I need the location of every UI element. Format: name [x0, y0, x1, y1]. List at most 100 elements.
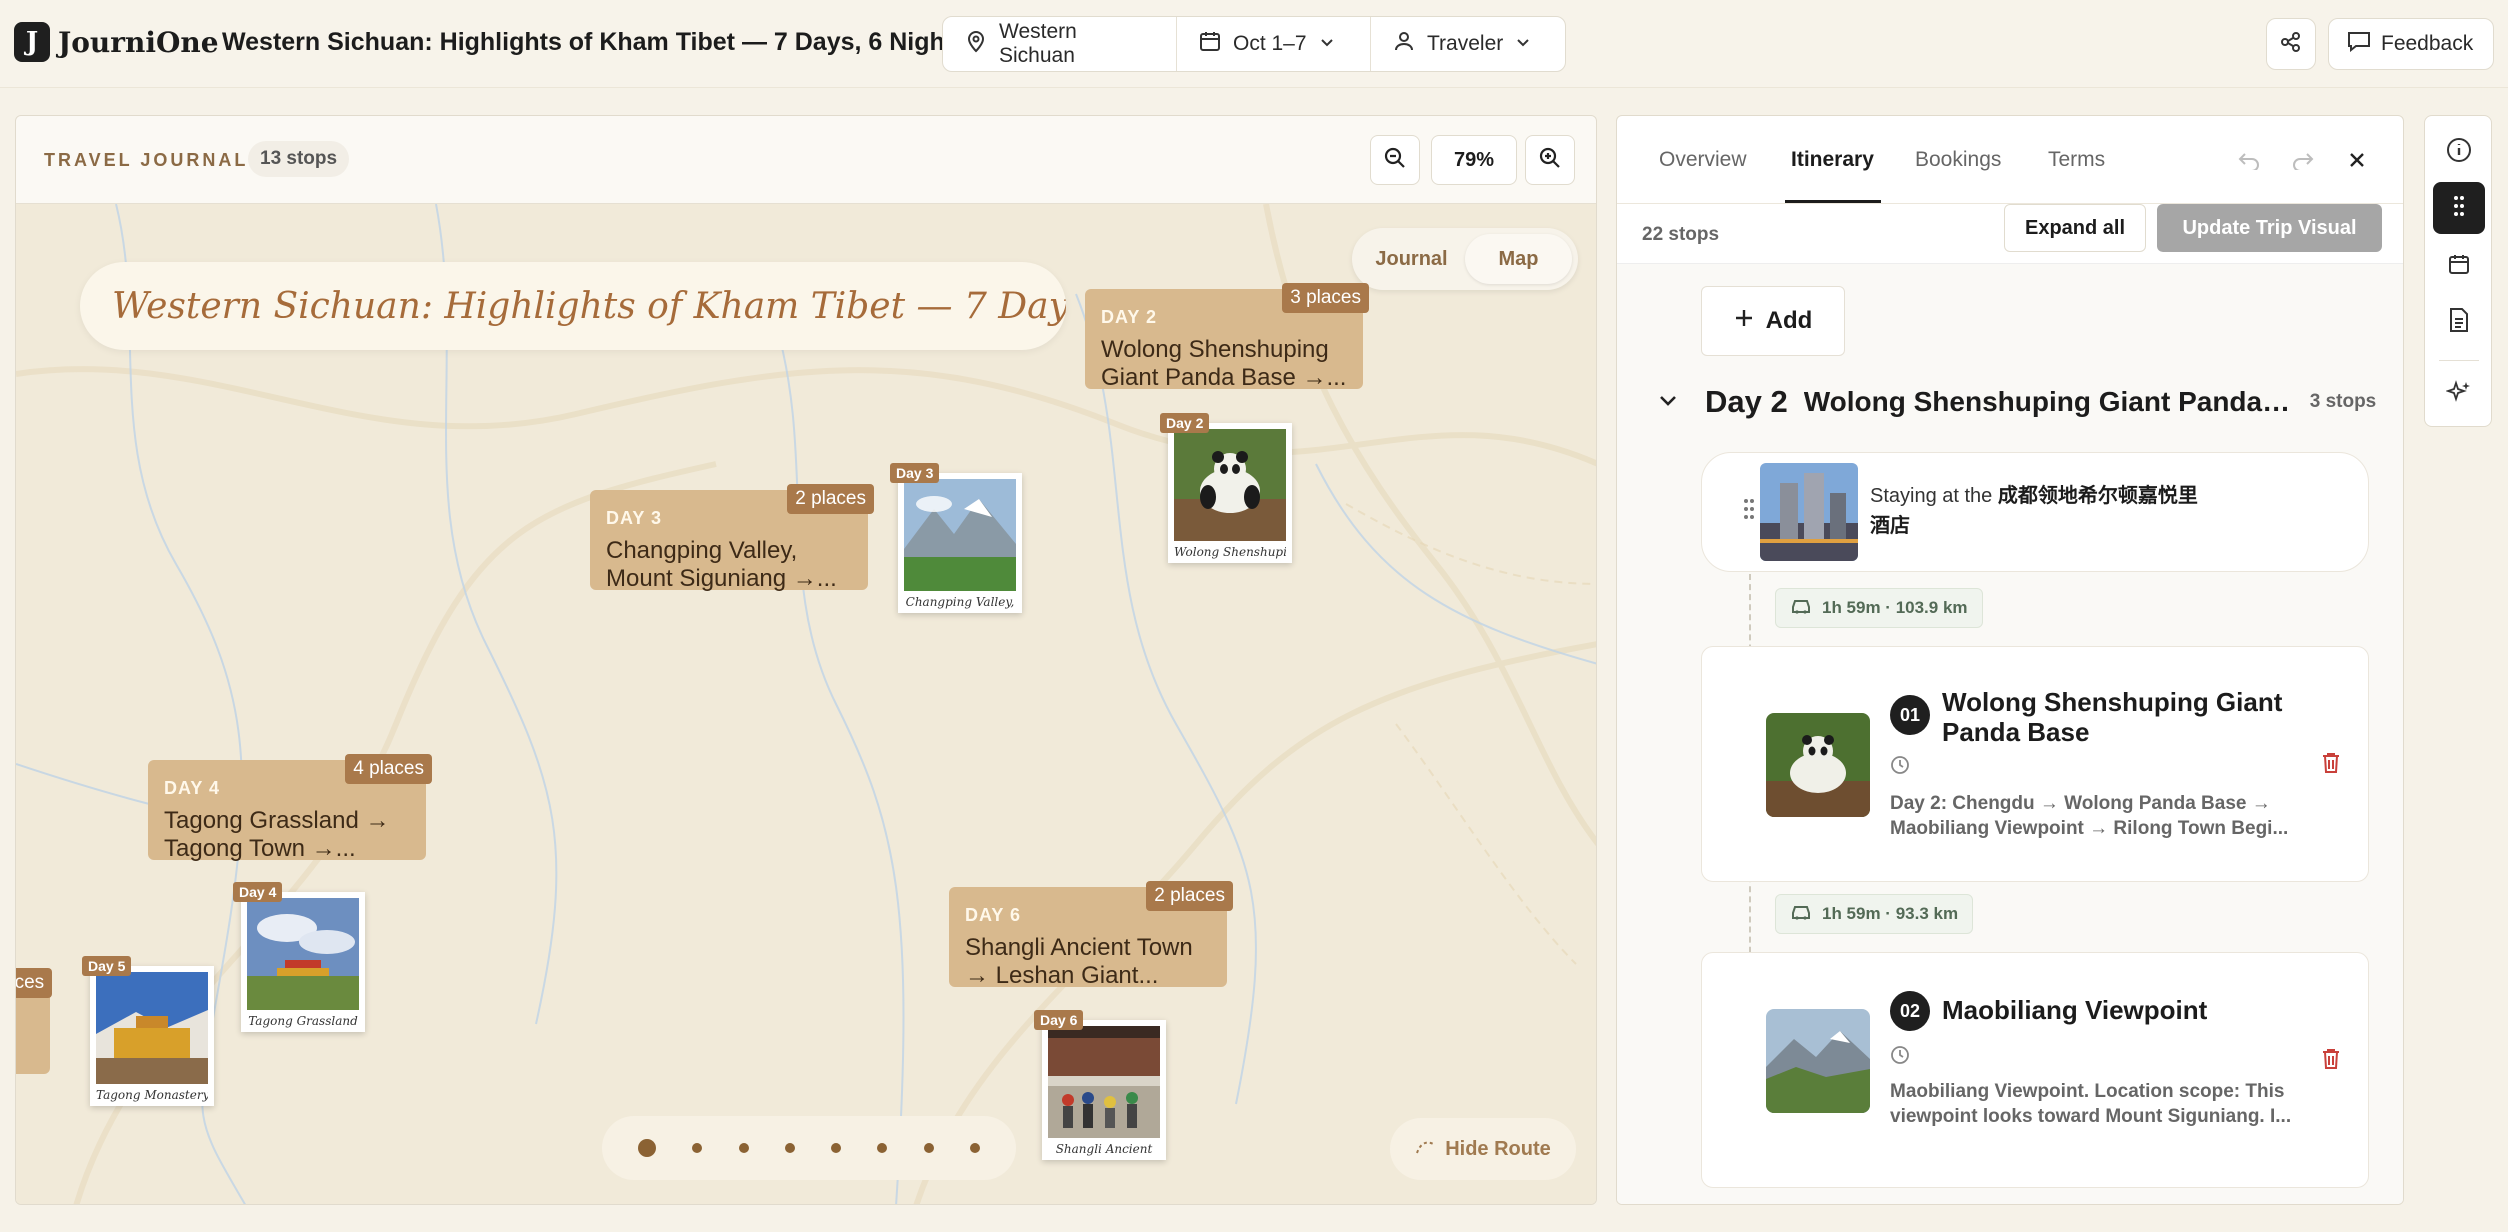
clock-icon[interactable] [1890, 1045, 1910, 1070]
zoom-in-button[interactable] [1525, 135, 1575, 185]
map-view-option[interactable]: Map [1465, 234, 1572, 284]
chevron-down-icon [1515, 32, 1531, 56]
stop-card[interactable]: 01 Wolong Shenshuping Giant Panda Base D… [1701, 646, 2369, 882]
stops-count-pill: 13 stops [248, 141, 350, 177]
monastery-photo [96, 972, 208, 1084]
photo-caption: Tagong Monastery [96, 1088, 208, 1102]
feedback-label: Feedback [2381, 32, 2474, 55]
traveler-filter[interactable]: Traveler [1371, 17, 1565, 71]
day-tag: Day 3 [890, 463, 940, 483]
itinerary-toolbar: 22 stops Expand all Update Trip Visual [1617, 204, 2403, 264]
places-count-badge: aces [16, 968, 53, 998]
info-button[interactable] [2433, 126, 2485, 178]
document-view-button[interactable] [2433, 296, 2485, 348]
view-toggle: Journal Map [1352, 228, 1578, 290]
tab-bookings[interactable]: Bookings [1915, 148, 2001, 172]
day-card[interactable]: 3 places DAY 2 Wolong Shenshuping Giant … [1085, 283, 1369, 391]
top-bar: J JourniOne Western Sichuan: Highlights … [0, 0, 2508, 88]
redo-button[interactable] [2285, 144, 2321, 180]
feedback-button[interactable]: Feedback [2328, 18, 2494, 70]
photo-polaroid[interactable]: Day 3 Changping Valley, [890, 463, 1022, 613]
hide-route-button[interactable]: Hide Route [1390, 1118, 1576, 1180]
itinerary-stops-count: 22 stops [1642, 224, 1720, 245]
journal-view-option[interactable]: Journal [1358, 234, 1465, 284]
page-dots [602, 1116, 1016, 1180]
zoom-level: 79% [1431, 135, 1517, 185]
trash-icon[interactable] [2320, 751, 2342, 780]
hotel-photo [1760, 463, 1858, 561]
car-icon [1790, 597, 1812, 620]
photo-caption: Shangli Ancient [1055, 1142, 1153, 1156]
trip-title: Western Sichuan: Highlights of Kham Tibe… [222, 28, 968, 56]
stay-text: Staying at the 成都领地希尔顿嘉悦里酒店 [1870, 481, 2210, 541]
app-logo[interactable]: J JourniOne [14, 22, 219, 62]
trash-icon[interactable] [2320, 1047, 2342, 1076]
stop-number-badge: 02 [1890, 991, 1930, 1031]
rail-divider [2439, 360, 2479, 361]
day-card[interactable]: 4 places DAY 4 Tagong Grassland → Tagong… [148, 754, 432, 862]
stop-title[interactable]: Maobiliang Viewpoint [1942, 995, 2312, 1025]
journal-map[interactable]: Journal Map Western Sichuan: Highlights … [16, 204, 1596, 1204]
undo-button[interactable] [2231, 144, 2267, 180]
logo-mark: J [14, 22, 50, 62]
day-card-partial[interactable]: aces [16, 968, 53, 1074]
comment-icon [2347, 30, 2371, 58]
accommodation-card[interactable]: Staying at the 成都领地希尔顿嘉悦里酒店 [1701, 452, 2369, 572]
day-tag: Day 5 [82, 956, 132, 976]
page-dot[interactable] [969, 1143, 980, 1153]
photo-polaroid[interactable]: Day 6 Shangli Ancient [1034, 1010, 1166, 1160]
document-icon [2448, 307, 2470, 338]
calendar-view-button[interactable] [2433, 240, 2485, 292]
viewpoint-photo [1766, 1009, 1870, 1113]
tab-itinerary[interactable]: Itinerary [1791, 148, 1874, 172]
itinerary-panel: Overview Itinerary Bookings Terms 22 sto… [1616, 115, 2404, 1205]
drag-handle-icon[interactable] [1742, 497, 1756, 526]
day-number: Day 2 [1705, 384, 1788, 419]
stop-title[interactable]: Wolong Shenshuping Giant Panda Base [1942, 687, 2312, 747]
close-button[interactable] [2339, 144, 2375, 180]
photo-polaroid[interactable]: Day 5 Tagong Monastery [82, 956, 214, 1106]
photo-polaroid[interactable]: Day 2 Wolong Shenshuping [1160, 413, 1292, 563]
page-dot[interactable] [877, 1143, 888, 1153]
page-dot[interactable] [784, 1143, 795, 1153]
stay-prefix: Staying at the [1870, 485, 1993, 507]
places-count-badge: 4 places [345, 754, 432, 784]
tab-terms[interactable]: Terms [2048, 148, 2105, 172]
plus-icon [1734, 307, 1754, 335]
zoom-out-button[interactable] [1370, 135, 1420, 185]
expand-all-button[interactable]: Expand all [2004, 204, 2146, 252]
stop-description: Maobiliang Viewpoint. Location scope: Th… [1890, 1081, 2292, 1127]
location-filter[interactable]: Western Sichuan [943, 17, 1177, 71]
day-card[interactable]: 2 places DAY 6 Shangli Ancient Town → Le… [949, 881, 1233, 989]
page-dot[interactable] [692, 1143, 703, 1153]
active-tab-indicator [1785, 200, 1881, 203]
itinerary-view-button[interactable] [2433, 182, 2485, 234]
day-route: Tagong Grassland → Tagong Town →... [164, 807, 390, 862]
share-button[interactable] [2266, 18, 2316, 70]
add-button[interactable]: Add [1701, 286, 1845, 356]
chevron-down-icon[interactable] [1657, 389, 1679, 416]
date-filter[interactable]: Oct 1–7 [1177, 17, 1371, 71]
date-label: Oct 1–7 [1233, 32, 1307, 55]
page-dot[interactable] [923, 1143, 934, 1153]
page-dot[interactable] [638, 1139, 657, 1157]
clock-icon[interactable] [1890, 755, 1910, 780]
day-section-header[interactable]: Day 2 Wolong Shenshuping Giant Panda Bas… [1657, 384, 2397, 420]
page-dot[interactable] [831, 1143, 842, 1153]
day-route: Wolong Shenshuping Giant Panda Base →... [1101, 336, 1347, 391]
tab-overview[interactable]: Overview [1659, 148, 1747, 172]
user-icon [1393, 30, 1415, 58]
update-trip-visual-button[interactable]: Update Trip Visual [2157, 204, 2382, 252]
journal-header: TRAVEL JOURNAL 13 stops 79% [16, 116, 1596, 204]
page-dot[interactable] [738, 1143, 749, 1153]
itinerary-list[interactable]: Add Day 2 Wolong Shenshuping Giant Panda… [1617, 264, 2403, 1204]
photo-polaroid[interactable]: Day 4 Tagong Grassland [233, 882, 365, 1032]
journal-label: TRAVEL JOURNAL [44, 150, 249, 170]
hide-route-label: Hide Route [1445, 1137, 1551, 1160]
day-stops-count: 3 stops [2309, 391, 2377, 412]
places-count-badge: 2 places [787, 484, 874, 514]
chevron-down-icon [1319, 32, 1335, 56]
stop-card[interactable]: 02 Maobiliang Viewpoint Maobiliang Viewp… [1701, 952, 2369, 1188]
ai-assist-button[interactable] [2433, 368, 2485, 420]
day-card[interactable]: 2 places DAY 3 Changping Valley, Mount S… [590, 484, 874, 592]
